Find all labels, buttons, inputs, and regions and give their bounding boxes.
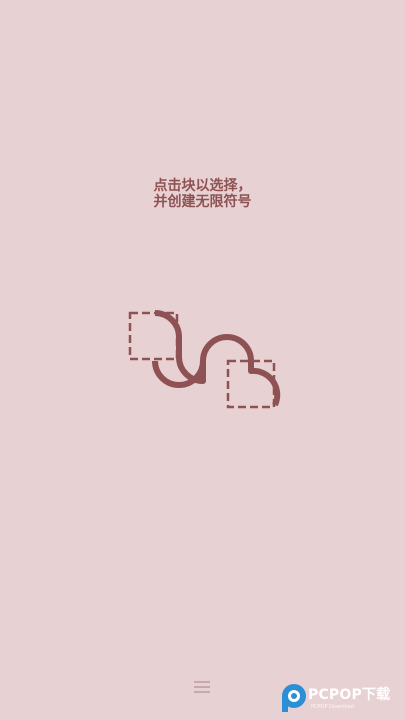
watermark-brand: PCPOP下载 [308, 687, 391, 703]
game-screen: 点击块以选择， 并创建无限符号 PCPOP下载 PCPOP Download [0, 0, 405, 720]
instruction-line-2: 并创建无限符号 [153, 194, 252, 210]
watermark: PCPOP下载 PCPOP Download [280, 682, 405, 716]
instruction-line-1: 点击块以选择， [153, 178, 252, 194]
pcpop-logo-icon [282, 684, 306, 712]
menu-button[interactable] [191, 678, 213, 696]
infinity-tile-demo-icon [128, 310, 281, 409]
instruction-text: 点击块以选择， 并创建无限符号 [0, 178, 405, 210]
watermark-subtitle: PCPOP Download [311, 704, 354, 710]
